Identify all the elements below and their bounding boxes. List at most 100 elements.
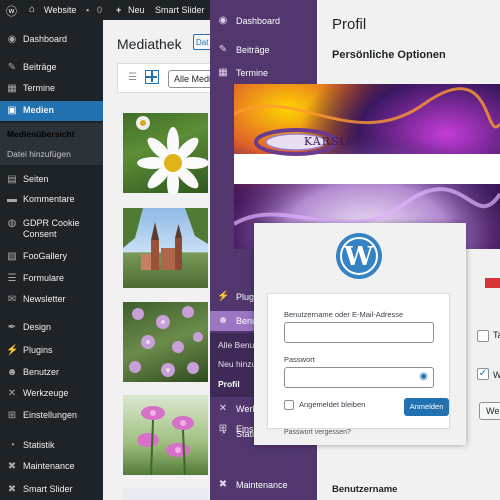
login-button[interactable]: Anmelden xyxy=(404,398,449,416)
slider-icon: ✖ xyxy=(7,484,17,495)
sidebar-item[interactable]: ✖ Maintenance xyxy=(210,475,317,495)
sidebar-item[interactable]: ⚡ Plugins xyxy=(0,341,103,361)
submenu-add-new[interactable]: Neu hinzu xyxy=(218,359,256,369)
wordpress-logo-icon[interactable]: ⓦ xyxy=(6,3,17,19)
logo-text: KARSIA xyxy=(304,135,354,148)
flowers-image xyxy=(129,306,203,377)
plugin-icon: ⚡ xyxy=(217,291,230,302)
pink-flowers-image xyxy=(137,406,194,475)
sidebar-item-label: Medien xyxy=(23,105,55,115)
remember-checkbox[interactable] xyxy=(284,400,294,410)
wrench-icon: ✕ xyxy=(7,388,17,399)
comments-icon[interactable]: ▪ xyxy=(86,5,89,15)
sidebar-item[interactable]: ☻ Benutzer xyxy=(0,363,103,383)
sidebar-item[interactable]: ▬ Kommentare xyxy=(0,190,103,210)
checkbox[interactable] xyxy=(477,330,489,342)
smart-slider-link[interactable]: Smart Slider xyxy=(155,5,205,15)
page-title: Profil xyxy=(332,16,367,33)
chart-icon: ◔ xyxy=(219,428,227,439)
color-swatch[interactable] xyxy=(485,278,500,288)
page-title: Mediathek xyxy=(117,36,182,52)
submenu-all-users[interactable]: Alle Benu xyxy=(218,340,254,350)
town-image xyxy=(123,208,208,270)
username-label: Benutzername oder E-Mail-Adresse xyxy=(284,310,404,319)
dashboard-icon: ◉ xyxy=(218,15,228,26)
media-submenu: Medienübersicht Datei hinzufügen xyxy=(0,123,103,165)
sidebar-item[interactable]: ◉ Dashboard xyxy=(0,30,103,50)
wrench-icon: ✕ xyxy=(218,403,228,414)
sidebar-item[interactable]: ✒ Design xyxy=(0,318,103,338)
pin-icon: ✎ xyxy=(218,44,228,55)
submenu-media-overview[interactable]: Medienübersicht xyxy=(7,129,75,139)
sidebar-item[interactable]: ✖ Smart Slider xyxy=(0,480,103,500)
media-icon: ▣ xyxy=(7,105,17,116)
comments-count: 0 xyxy=(97,5,103,15)
site-link[interactable]: Website xyxy=(44,5,76,15)
submenu-profile[interactable]: Profil xyxy=(218,379,240,389)
section-title: Persönliche Optionen xyxy=(332,49,446,61)
login-form: Benutzername oder E-Mail-Adresse Passwor… xyxy=(267,293,450,429)
media-thumbnail[interactable] xyxy=(123,208,208,288)
sidebar-item-label: Dashboard xyxy=(23,34,68,44)
partial-select[interactable]: We xyxy=(479,402,500,420)
list-view-icon[interactable]: ☰ xyxy=(128,72,137,83)
password-input[interactable]: ◉ xyxy=(284,367,434,388)
sidebar-item-label: Statistik xyxy=(23,440,55,450)
sidebar-item[interactable]: ◉ Dashboard xyxy=(210,11,317,31)
new-link[interactable]: Neu xyxy=(128,5,145,15)
sidebar-item[interactable]: ▦ Termine xyxy=(210,63,317,83)
sidebar-item-label: Maintenance xyxy=(236,480,288,490)
sidebar-item-label: Benutzer xyxy=(23,367,60,377)
sidebar-item[interactable]: ☰ Formulare xyxy=(0,269,103,289)
sidebar-item-label: Dashboard xyxy=(236,16,281,26)
dashboard-icon: ◉ xyxy=(7,34,17,45)
calendar-icon: ▦ xyxy=(7,83,17,94)
username-label: Benutzername xyxy=(332,484,398,495)
forms-icon: ☰ xyxy=(7,273,17,284)
media-thumbnail[interactable] xyxy=(123,395,208,475)
lost-password-link[interactable]: Passwort vergessen? xyxy=(284,429,351,436)
sidebar-item[interactable]: ⊞ Einstellungen xyxy=(0,406,103,426)
media-thumbnail[interactable] xyxy=(123,302,208,382)
password-label: Passwort xyxy=(284,355,315,364)
checkbox-checked[interactable]: ✓ xyxy=(477,368,489,380)
users-icon: ☻ xyxy=(217,315,229,326)
sidebar-item[interactable]: ◍ GDPR Cookie Consent xyxy=(0,214,103,244)
karsia-logo: KARSIA xyxy=(254,122,354,162)
sidebar-item-label: Beiträge xyxy=(23,62,57,72)
submenu-add-file[interactable]: Datei hinzufügen xyxy=(7,149,71,159)
comment-icon: ▬ xyxy=(7,194,17,205)
media-filter-bar: ☰ Alle Medi xyxy=(117,63,218,93)
brush-icon: ✒ xyxy=(7,322,17,333)
sidebar-item[interactable]: ✎ Beiträge xyxy=(0,58,103,78)
sidebar-item-label: Termine xyxy=(236,68,269,78)
sidebar-item-label: GDPR Cookie Consent xyxy=(23,218,80,239)
eye-icon[interactable]: ◉ xyxy=(419,371,428,382)
calendar-icon: ▦ xyxy=(218,67,228,78)
partial-label: Ta xyxy=(493,330,500,340)
sidebar-item[interactable]: ▧ FooGallery xyxy=(0,247,103,267)
sidebar-item[interactable]: ▣ Medien xyxy=(0,101,103,121)
grid-view-icon[interactable] xyxy=(145,70,159,84)
sidebar-item[interactable]: ✕ Werkzeuge xyxy=(0,384,103,404)
sidebar-item[interactable]: ▦ Termine xyxy=(0,79,103,99)
sidebar-item[interactable]: ✉ Newsletter xyxy=(0,290,103,310)
sidebar-item-label: Smart Slider xyxy=(23,484,73,494)
sidebar-item-label: Maintenance xyxy=(23,461,75,471)
sidebar-item[interactable]: ✎ Beiträge xyxy=(210,40,317,60)
sidebar-item-label: Einstellungen xyxy=(23,410,78,420)
sidebar-item-label: Seiten xyxy=(23,174,49,184)
remember-label: Angemeldet bleiben xyxy=(299,400,366,409)
sidebar-item[interactable]: ▤ Seiten xyxy=(0,170,103,190)
login-window: W Benutzername oder E-Mail-Adresse Passw… xyxy=(254,223,466,445)
sidebar-item[interactable]: ◔ Statistik xyxy=(0,436,103,456)
sidebar-item-label: Kommentare xyxy=(23,194,75,204)
wordpress-logo-icon[interactable]: W xyxy=(336,233,382,279)
username-input[interactable] xyxy=(284,322,434,343)
sidebar-item[interactable]: ✖ Maintenance xyxy=(0,457,103,477)
media-thumbnail[interactable] xyxy=(123,113,208,193)
gdpr-icon: ◍ xyxy=(7,218,17,229)
users-icon: ☻ xyxy=(6,367,18,378)
media-thumbnail[interactable] xyxy=(123,488,208,500)
sidebar-item-label: Design xyxy=(23,322,52,332)
